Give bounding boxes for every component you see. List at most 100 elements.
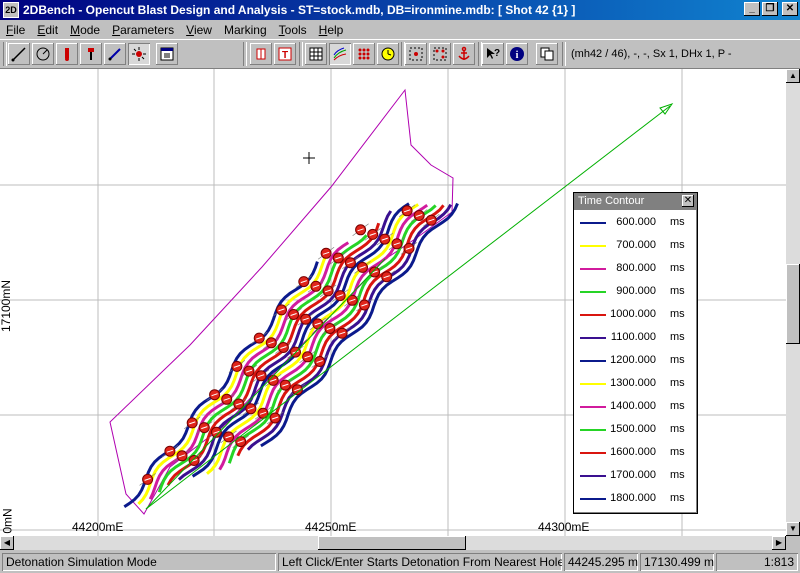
legend-unit: ms	[670, 492, 685, 504]
pattern-icon	[358, 48, 370, 60]
toolbar-separator	[299, 42, 303, 66]
legend-row: 1400.000 ms	[574, 397, 697, 417]
legend-value: 1100.000	[610, 331, 656, 343]
window-title: 2DBench - Opencut Blast Design and Analy…	[23, 3, 576, 17]
menu-help[interactable]: Help	[313, 23, 350, 37]
marker-tool-button[interactable]	[80, 43, 102, 65]
select-holes-icon	[433, 47, 447, 61]
legend-value: 1800.000	[610, 492, 656, 504]
legend-value: 1600.000	[610, 446, 656, 458]
legend-value: 600.000	[616, 216, 656, 228]
time-contour-legend[interactable]: Time Contour ✕ 600.000 ms 700.000 ms 800.000…	[573, 192, 698, 514]
y-axis-label-2: 0mN	[0, 508, 15, 534]
scroll-corner	[786, 536, 800, 550]
hint-status: Left Click/Enter Starts Detonation From …	[278, 553, 562, 571]
marker-icon	[88, 48, 94, 60]
select-holes-button[interactable]	[429, 43, 451, 65]
legend-swatch	[580, 268, 606, 270]
menu-marking[interactable]: Marking	[218, 23, 273, 37]
menu-parameters[interactable]: Parameters	[106, 23, 180, 37]
pattern-toggle-button[interactable]	[353, 43, 375, 65]
y-axis-label-1: 17100mN	[0, 279, 14, 333]
svg-text:T: T	[282, 50, 288, 61]
scroll-up-icon[interactable]: ▲	[786, 69, 800, 83]
legend-swatch	[580, 452, 606, 454]
circle-tool-button[interactable]	[32, 43, 54, 65]
copy-icon	[540, 47, 554, 61]
window-controls: _ ❐ ✕	[744, 2, 798, 16]
menu-tools[interactable]: Tools	[273, 23, 313, 37]
legend-swatch	[580, 337, 606, 339]
legend-unit: ms	[670, 262, 685, 274]
select-region-button[interactable]	[405, 43, 427, 65]
legend-row: 1100.000 ms	[574, 328, 697, 348]
legend-swatch	[580, 245, 606, 247]
legend-value: 1000.000	[610, 308, 656, 320]
menu-file[interactable]: File	[0, 23, 31, 37]
help-pointer-icon: ?	[487, 48, 500, 59]
grid-toggle-button[interactable]	[305, 43, 327, 65]
info-button[interactable]: i	[506, 43, 528, 65]
legend-row: 900.000 ms	[574, 282, 697, 302]
menu-edit[interactable]: Edit	[31, 23, 64, 37]
toolbar-separator	[562, 42, 566, 66]
legend-value: 800.000	[616, 262, 656, 274]
legend-title: Time Contour	[578, 195, 645, 207]
legend-value: 1200.000	[610, 354, 656, 366]
timer-toggle-button[interactable]	[377, 43, 399, 65]
app-icon[interactable]: 2D	[3, 2, 19, 18]
draw-line-tool-button[interactable]	[8, 43, 30, 65]
text-tool-icon: T	[278, 47, 292, 61]
clock-icon	[381, 47, 395, 61]
legend-swatch	[580, 222, 606, 224]
legend-row: 1800.000 ms	[574, 489, 697, 509]
window-tool-button[interactable]	[156, 43, 178, 65]
restore-button[interactable]: ❐	[762, 2, 778, 16]
hole-status-field: (mh42 / 46), -, -, Sx 1, DHx 1, P -	[571, 48, 732, 60]
scroll-right-icon[interactable]: ▶	[772, 536, 786, 550]
legend-value: 1500.000	[610, 423, 656, 435]
legend-value: 1300.000	[610, 377, 656, 389]
legend-value: 900.000	[616, 285, 656, 297]
text-tool-button[interactable]: T	[274, 43, 296, 65]
legend-swatch	[580, 475, 606, 477]
toolbar: T ? i (mh42 / 46), -, -, Sx 1, DHx 1, P …	[0, 39, 800, 69]
detonation-tool-button[interactable]	[128, 43, 150, 65]
pen-tool-button[interactable]	[104, 43, 126, 65]
scroll-left-icon[interactable]: ◀	[0, 536, 14, 550]
vertical-scroll-thumb[interactable]	[786, 264, 800, 344]
legend-title-bar[interactable]: Time Contour ✕	[574, 193, 697, 210]
legend-row: 1700.000 ms	[574, 466, 697, 486]
info-icon: i	[510, 47, 524, 61]
svg-text:i: i	[516, 50, 519, 61]
context-help-button[interactable]: ?	[482, 43, 504, 65]
x-axis-label-2: 44250mE	[305, 520, 357, 534]
probe-tool-button[interactable]	[56, 43, 78, 65]
scroll-down-icon[interactable]: ▼	[786, 522, 800, 536]
legend-unit: ms	[670, 446, 685, 458]
anchor-tool-button[interactable]	[453, 43, 475, 65]
vertical-scrollbar[interactable]: ▲ ▼	[786, 69, 800, 536]
close-button[interactable]: ✕	[782, 2, 798, 16]
window-icon	[160, 47, 174, 61]
hole-tool-button[interactable]	[250, 43, 272, 65]
easting-readout: 44245.295 mE	[564, 553, 638, 571]
legend-unit: ms	[670, 216, 685, 228]
legend-swatch	[580, 429, 606, 431]
legend-unit: ms	[670, 331, 685, 343]
horizontal-scroll-thumb[interactable]	[318, 536, 466, 550]
contour-toggle-button[interactable]	[329, 43, 351, 65]
horizontal-scrollbar[interactable]: ◀ ▶	[0, 536, 786, 550]
legend-row: 600.000 ms	[574, 213, 697, 233]
legend-unit: ms	[670, 308, 685, 320]
menu-view[interactable]: View	[180, 23, 218, 37]
legend-row: 800.000 ms	[574, 259, 697, 279]
crosshair-cursor-icon	[303, 152, 315, 164]
legend-unit: ms	[670, 285, 685, 297]
minimize-button[interactable]: _	[744, 2, 760, 16]
probe-icon	[65, 48, 69, 61]
legend-unit: ms	[670, 423, 685, 435]
legend-close-button[interactable]: ✕	[682, 195, 694, 207]
copy-button[interactable]	[536, 43, 558, 65]
menu-mode[interactable]: Mode	[64, 23, 106, 37]
